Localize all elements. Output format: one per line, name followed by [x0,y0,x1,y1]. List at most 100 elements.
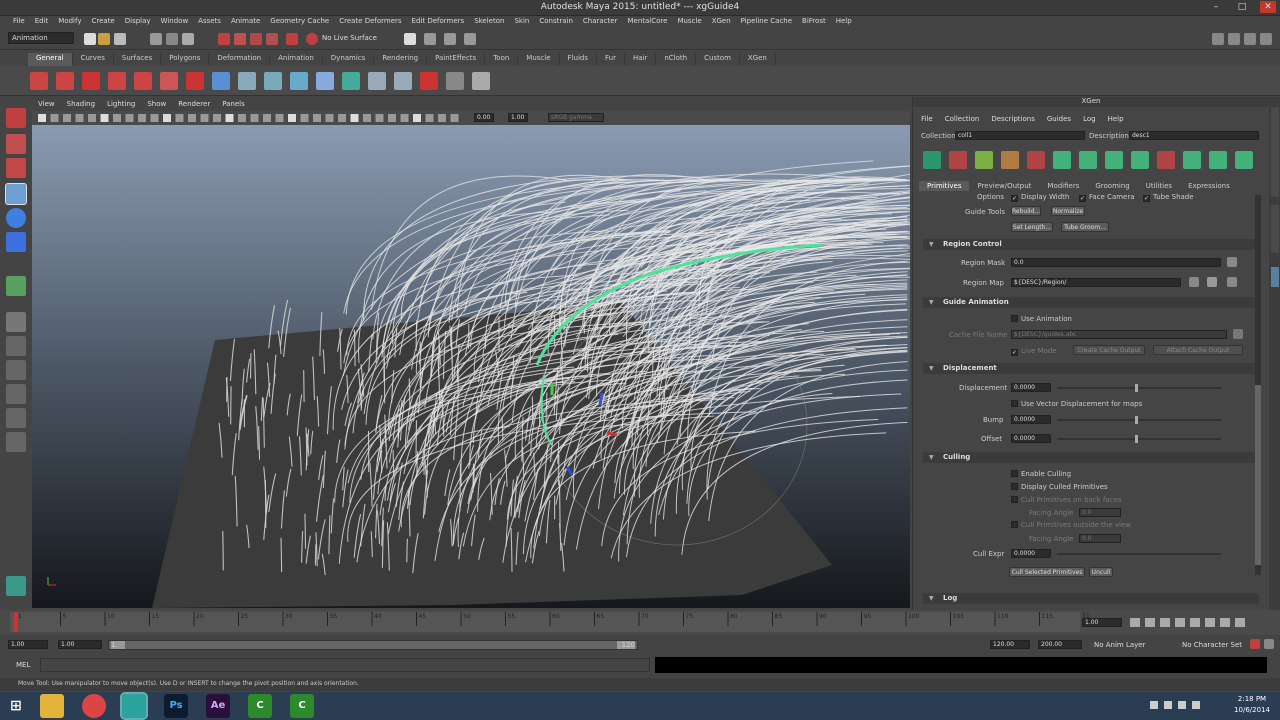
xgen-tool-3-icon[interactable] [1001,151,1019,169]
expression-editor-icon[interactable] [1227,257,1237,267]
shelf-tool-12-icon[interactable] [342,72,360,90]
snap-plane-icon[interactable] [266,33,278,45]
description-select[interactable]: desc1 [1129,131,1259,140]
live-mode-checkbox[interactable]: ✓ Live Mode [1011,347,1057,356]
tool-settings-toggle-icon[interactable] [1228,33,1240,45]
snap-live-icon[interactable] [286,33,298,45]
panel-tool-7-icon[interactable] [125,114,134,122]
xgen-tool-6-icon[interactable] [1079,151,1097,169]
menu-geometry-cache[interactable]: Geometry Cache [265,16,334,29]
xgen-scrollbar[interactable] [1255,195,1261,575]
xgen-tab-modifiers[interactable]: Modifiers [1039,181,1087,191]
near-clip-field[interactable]: 0.00 [474,113,494,122]
minimize-icon[interactable]: – [1208,1,1224,13]
face-camera-checkbox[interactable]: ✓ Face Camera [1079,193,1135,202]
panel-tool-20-icon[interactable] [288,114,296,122]
cull-expr-field[interactable]: 0.0000 [1011,549,1051,558]
xgen-tool-10-icon[interactable] [1183,151,1201,169]
range-end-handle[interactable]: 120 [617,641,635,649]
tray-arrow-icon[interactable] [1150,701,1158,709]
panel-tool-28-icon[interactable] [388,114,396,122]
flag-icon[interactable] [1164,701,1172,709]
shelf-tool-14-icon[interactable] [394,72,412,90]
modeling-toolkit-toggle-icon[interactable] [1260,33,1272,45]
xgen-tab-primitives[interactable]: Primitives [919,181,970,191]
shelf-tab-muscle[interactable]: Muscle [518,53,560,66]
colorspace-field[interactable]: sRGB gamma [548,113,604,122]
panel-tool-18-icon[interactable] [263,114,271,122]
xgen-menu-help[interactable]: Help [1108,115,1124,123]
shelf-tool-1-icon[interactable] [56,72,74,90]
snap-curve-icon[interactable] [234,33,246,45]
panel-tool-14-icon[interactable] [213,114,221,122]
menu-xgen[interactable]: XGen [707,16,736,29]
panel-tool-17-icon[interactable] [250,114,259,122]
auto-key-icon[interactable] [1250,639,1260,649]
range-start-handle[interactable]: 1 [111,641,125,649]
menu-skin[interactable]: Skin [509,16,534,29]
displacement-slider-handle[interactable] [1135,384,1138,392]
panel-tool-29-icon[interactable] [400,114,409,122]
render-frame-icon[interactable] [424,33,436,45]
menu-edit-deformers[interactable]: Edit Deformers [407,16,470,29]
shelf-tool-13-icon[interactable] [368,72,386,90]
shelf-tab-dynamics[interactable]: Dynamics [323,53,375,66]
panel-tool-5-icon[interactable] [100,114,109,122]
select-component-icon[interactable] [182,33,194,45]
anim-end-field[interactable]: 200.00 [1038,640,1082,649]
new-scene-icon[interactable] [84,33,96,45]
menu-set-select[interactable]: Animation [8,32,74,44]
shelf-tool-16-icon[interactable] [446,72,464,90]
panel-tool-21-icon[interactable] [300,114,309,122]
xgen-tool-9-icon[interactable] [1157,151,1175,169]
step-forward-key-icon[interactable] [1205,618,1215,627]
camtasia-icon[interactable]: C [248,694,272,718]
panel-tool-10-icon[interactable] [163,114,171,122]
move-manip-x[interactable] [606,431,618,437]
cache-folder-icon[interactable] [1233,329,1243,339]
clock-time[interactable]: 2:18 PM [1232,695,1272,703]
panel-tool-24-icon[interactable] [338,114,346,122]
panel-menu-lighting[interactable]: Lighting [101,100,141,111]
after-effects-icon[interactable]: Ae [206,694,230,718]
bump-slider[interactable] [1057,419,1221,421]
shelf-tool-7-icon[interactable] [212,72,230,90]
shelf-tab-polygons[interactable]: Polygons [161,53,210,66]
shelf-tool-11-icon[interactable] [316,72,334,90]
go-end-icon[interactable] [1235,618,1245,627]
time-slider[interactable]: 1 5 10 15 20 25 30 35 40 45 50 55 60 65 70 75 80 85 90 95 10… [0,610,1280,635]
shelf-tab-general[interactable]: General [28,53,73,66]
attribute-editor-tab[interactable] [1271,205,1279,253]
cull-expr-slider[interactable] [1057,553,1221,555]
shelf-tab-painteffects[interactable]: PaintEffects [427,53,486,66]
cache-file-field[interactable]: ${DESC}/guides.abc [1011,330,1227,339]
shelf-tool-15-icon[interactable] [420,72,438,90]
set-length-button[interactable]: Set Length... [1011,222,1053,232]
shelf-tab-hair[interactable]: Hair [625,53,657,66]
panel-tool-30-icon[interactable] [413,114,421,122]
shelf-tab-xgen[interactable]: XGen [740,53,776,66]
panel-tool-12-icon[interactable] [188,114,196,122]
xgen-tab-preview-output[interactable]: Preview/Output [969,181,1039,191]
paint-map-icon[interactable] [1207,277,1217,287]
displacement-field[interactable]: 0.0000 [1011,383,1051,392]
culling-section[interactable]: Culling [923,452,1259,463]
guide-animation-section[interactable]: Guide Animation [923,297,1259,308]
move-tool-icon[interactable] [5,183,27,205]
offset-field[interactable]: 0.0000 [1011,434,1051,443]
rotate-tool-icon[interactable] [6,208,26,228]
region-control-section[interactable]: Region Control [923,239,1259,250]
display-culled-checkbox[interactable]: Display Culled Primitives [1011,483,1108,491]
time-ruler[interactable]: 1 5 10 15 20 25 30 35 40 45 50 55 60 65 70 75 80 85 90 95 10… [10,610,1090,635]
displacement-section[interactable]: Displacement [923,363,1259,374]
anim-prefs-icon[interactable] [1264,639,1274,649]
shelf-tab-curves[interactable]: Curves [73,53,114,66]
panel-tool-13-icon[interactable] [200,114,209,122]
shelf-tab-animation[interactable]: Animation [270,53,323,66]
shelf-tool-2-icon[interactable] [82,72,100,90]
photoshop-icon[interactable]: Ps [164,694,188,718]
xgen-menu-collection[interactable]: Collection [945,115,980,123]
uncull-button[interactable]: Uncull [1089,567,1113,577]
offset-slider[interactable] [1057,438,1221,440]
xgen-tool-8-icon[interactable] [1131,151,1149,169]
